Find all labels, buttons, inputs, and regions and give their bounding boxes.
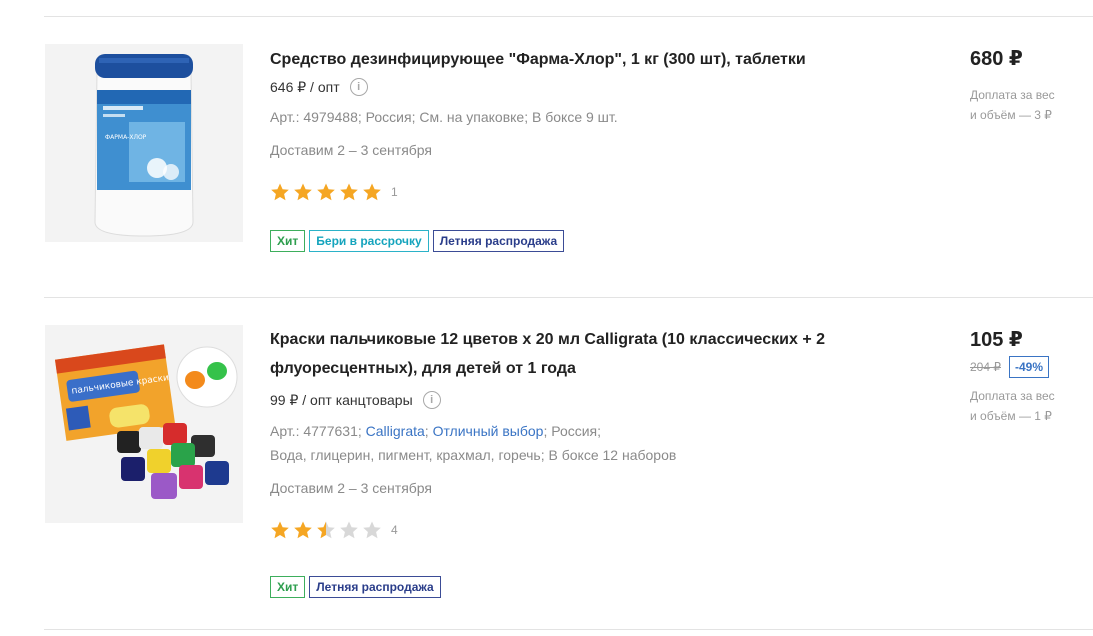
divider: [44, 629, 1093, 630]
country: Россия: [365, 109, 412, 125]
article: Арт.: 4777631: [270, 423, 358, 439]
badge-hit[interactable]: Хит: [270, 576, 306, 598]
divider: [44, 16, 1093, 17]
info-icon[interactable]: i: [349, 78, 368, 96]
old-price-row: 204 ₽ -49%: [970, 356, 1080, 378]
price-box: 105 ₽ 204 ₽ -49% Доплата за вес и объём …: [970, 327, 1080, 426]
badge-installment[interactable]: Бери в рассрочку: [309, 230, 429, 252]
product-details: Арт.: 4777631; Calligrata; Отличный выбо…: [270, 423, 602, 439]
product-title-line2: флуоресцентных), для детей от 1 года: [270, 360, 576, 377]
star-icon: [294, 521, 312, 539]
badge-summer-sale[interactable]: Летняя распродажа: [309, 576, 441, 598]
product-title[interactable]: Краски пальчиковые 12 цветов х 20 мл Cal…: [270, 325, 910, 383]
star-icon: [340, 183, 358, 201]
extra-charge-line2: и объём — 3 ₽: [970, 108, 1052, 122]
rating[interactable]: 1: [270, 182, 910, 202]
star-icon: [271, 521, 289, 539]
product-list: ФАРМА-ХЛОР Средство дезинфицирующее "Фар…: [0, 0, 1093, 636]
price-box: 680 ₽ Доплата за вес и объём — 3 ₽: [970, 46, 1080, 125]
disinfectant-jar-image: ФАРМА-ХЛОР: [45, 44, 243, 242]
product-info: Средство дезинфицирующее "Фарма-Хлор", 1…: [270, 45, 910, 252]
wholesale-price: 99 ₽ / опт канцтовары: [270, 391, 413, 408]
product-info: Краски пальчиковые 12 цветов х 20 мл Cal…: [270, 325, 910, 598]
star-icon: [363, 183, 381, 201]
wholesale-price: 646 ₽ / опт: [270, 78, 340, 95]
price: 105 ₽: [970, 329, 1023, 351]
star-icon: [294, 183, 312, 201]
extra-charge-line1: Доплата за вес: [970, 389, 1055, 403]
old-price: 204 ₽: [970, 360, 1001, 374]
wholesale-price-row: 646 ₽ / опт i: [270, 78, 910, 96]
product-image-pharma-chlor[interactable]: ФАРМА-ХЛОР: [45, 44, 243, 242]
badge-summer-sale[interactable]: Летняя распродажа: [432, 230, 565, 252]
star-icon: [363, 521, 381, 539]
badges: Хит Летняя распродажа: [270, 576, 910, 598]
extra-charge-line2: и объём — 1 ₽: [970, 409, 1052, 423]
price: 680 ₽: [970, 48, 1023, 70]
info-icon[interactable]: i: [422, 391, 441, 409]
discount-badge: -49%: [1009, 356, 1050, 378]
product-details: Арт.: 4979488; Россия; См. на упаковке; …: [270, 109, 618, 125]
composition: Вода, глицерин, пигмент, крахмал, горечь: [270, 447, 541, 463]
product-title-line1: Краски пальчиковые 12 цветов х 20 мл Cal…: [270, 331, 825, 348]
product-details-2: Вода, глицерин, пигмент, крахмал, горечь…: [270, 447, 677, 463]
divider: [44, 297, 1093, 298]
product-image-finger-paints[interactable]: пальчиковые краски: [45, 325, 243, 523]
rating-stars: [270, 520, 385, 540]
rating-count: 1: [391, 185, 398, 199]
delivery-date: Доставим 2 – 3 сентября: [270, 480, 433, 496]
star-icon: [340, 521, 358, 539]
star-icon: [271, 183, 289, 201]
product-title[interactable]: Средство дезинфицирующее "Фарма-Хлор", 1…: [270, 45, 910, 74]
article: Арт.: 4979488: [270, 109, 358, 125]
brand-link[interactable]: Calligrata: [366, 423, 425, 439]
svg-text:ФАРМА-ХЛОР: ФАРМА-ХЛОР: [105, 134, 147, 141]
star-icon: [317, 183, 335, 201]
box-qty: В боксе 9 шт.: [532, 109, 618, 125]
wholesale-price-row: 99 ₽ / опт канцтовары i: [270, 391, 910, 409]
badge-hit[interactable]: Хит: [270, 230, 306, 252]
badges: Хит Бери в рассрочку Летняя распродажа: [270, 230, 910, 252]
country: Россия: [551, 423, 598, 439]
rating-stars: [270, 182, 385, 202]
finger-paints-image: пальчиковые краски: [45, 325, 243, 523]
extra-charge-line1: Доплата за вес: [970, 88, 1055, 102]
rating-count: 4: [391, 523, 398, 537]
detail-text: См. на упаковке: [419, 109, 525, 125]
good-choice-link[interactable]: Отличный выбор: [433, 423, 544, 439]
star-icon: [317, 521, 335, 539]
rating[interactable]: 4: [270, 520, 910, 540]
delivery-date: Доставим 2 – 3 сентября: [270, 142, 433, 158]
box-qty: В боксе 12 наборов: [548, 447, 677, 463]
